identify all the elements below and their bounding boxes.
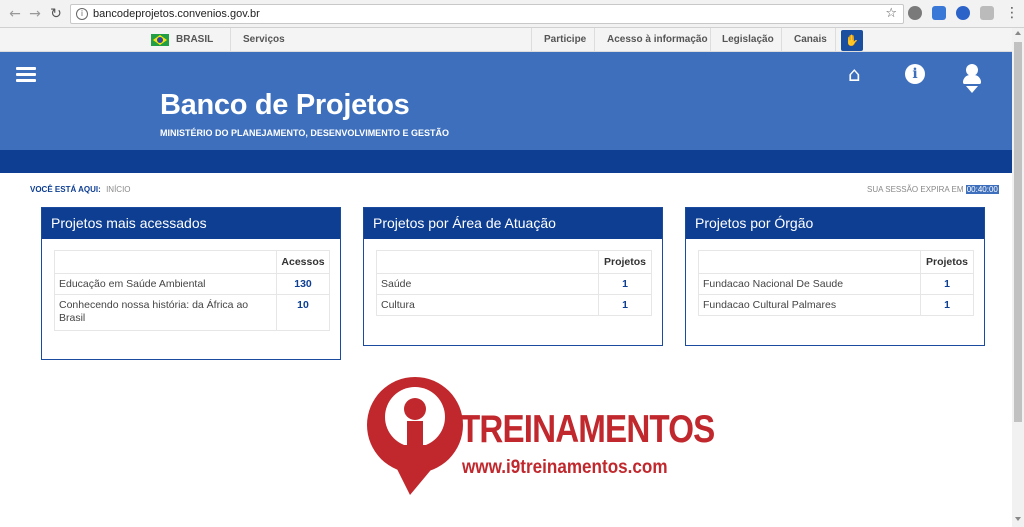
session-timer: 00:40:00 bbox=[965, 185, 999, 194]
site-title[interactable]: Banco de Projetos bbox=[160, 89, 410, 122]
project-count: 1 bbox=[598, 273, 652, 295]
gov-legislacao-link[interactable]: Legislação bbox=[722, 28, 774, 52]
scroll-down-icon[interactable] bbox=[1015, 517, 1021, 521]
page-scrollbar[interactable] bbox=[1012, 28, 1024, 527]
session-expiry: SUA SESSÃO EXPIRA EM 00:40:00 bbox=[867, 185, 999, 194]
header-strip bbox=[0, 150, 1012, 173]
by-organ-table: Projetos Fundacao Nacional De Saude 1 Fu… bbox=[698, 250, 974, 316]
panel-by-area: Projetos por Área de Atuação Projetos Sa… bbox=[363, 207, 663, 346]
url-text: bancodeprojetos.convenios.gov.br bbox=[93, 8, 260, 20]
home-icon[interactable]: ⌂ bbox=[848, 63, 861, 85]
table-row[interactable]: Saúde 1 bbox=[376, 273, 652, 295]
project-count: 1 bbox=[598, 294, 652, 316]
info-icon[interactable]: i bbox=[905, 64, 925, 84]
panel-most-accessed: Projetos mais acessados Acessos Educação… bbox=[41, 207, 341, 360]
project-count: 1 bbox=[920, 273, 974, 295]
table-row[interactable]: Conhecendo nossa história: da África ao … bbox=[54, 294, 330, 331]
extension-icon[interactable] bbox=[932, 6, 946, 20]
address-bar[interactable]: i bancodeprojetos.convenios.gov.br ☆ bbox=[70, 4, 904, 24]
scroll-thumb[interactable] bbox=[1014, 42, 1022, 422]
table-row[interactable]: Cultura 1 bbox=[376, 294, 652, 316]
brazil-flag-icon bbox=[151, 34, 169, 46]
browser-toolbar: ← → ↻ i bancodeprojetos.convenios.gov.br… bbox=[0, 0, 1024, 28]
gov-services-link[interactable]: Serviços bbox=[243, 28, 285, 52]
watermark-url: www.i9treinamentos.com bbox=[462, 457, 668, 478]
accessibility-icon[interactable]: ✋ bbox=[841, 30, 863, 51]
browser-menu-icon[interactable]: ⋮ bbox=[1005, 5, 1019, 21]
gov-acesso-link[interactable]: Acesso à informação bbox=[607, 28, 708, 52]
by-area-table: Projetos Saúde 1 Cultura 1 bbox=[376, 250, 652, 316]
access-count: 130 bbox=[276, 273, 330, 295]
bookmark-star-icon[interactable]: ☆ bbox=[885, 6, 897, 21]
hamburger-menu-icon[interactable] bbox=[16, 67, 36, 82]
table-row[interactable]: Fundacao Cultural Palmares 1 bbox=[698, 294, 974, 316]
table-header-blank bbox=[54, 250, 277, 274]
project-count: 1 bbox=[920, 294, 974, 316]
table-header-projetos: Projetos bbox=[598, 250, 652, 274]
access-count: 10 bbox=[276, 294, 330, 331]
panel-title: Projetos por Área de Atuação bbox=[364, 208, 662, 239]
project-name-link[interactable]: Educação em Saúde Ambiental bbox=[54, 273, 277, 295]
table-row[interactable]: Fundacao Nacional De Saude 1 bbox=[698, 273, 974, 295]
user-menu-icon[interactable] bbox=[962, 64, 982, 94]
back-icon[interactable]: ← bbox=[6, 5, 24, 23]
extension-icon[interactable] bbox=[956, 6, 970, 20]
organ-name-link[interactable]: Fundacao Nacional De Saude bbox=[698, 273, 921, 295]
table-header-projetos: Projetos bbox=[920, 250, 974, 274]
area-name-link[interactable]: Saúde bbox=[376, 273, 599, 295]
organ-name-link[interactable]: Fundacao Cultural Palmares bbox=[698, 294, 921, 316]
extension-icon[interactable] bbox=[980, 6, 994, 20]
gov-participe-link[interactable]: Participe bbox=[544, 28, 586, 52]
breadcrumb-current: INÍCIO bbox=[106, 185, 131, 194]
extension-icon[interactable] bbox=[908, 6, 922, 20]
gov-canais-link[interactable]: Canais bbox=[794, 28, 827, 52]
breadcrumb: VOCÊ ESTÁ AQUI: INÍCIO bbox=[30, 185, 131, 194]
table-header-blank bbox=[376, 250, 599, 274]
chevron-down-icon bbox=[966, 86, 978, 93]
site-info-icon[interactable]: i bbox=[76, 8, 88, 20]
most-accessed-table: Acessos Educação em Saúde Ambiental 130 … bbox=[54, 250, 330, 331]
session-label: SUA SESSÃO EXPIRA EM bbox=[867, 185, 964, 194]
panel-title: Projetos por Órgão bbox=[686, 208, 984, 239]
reload-icon[interactable]: ↻ bbox=[47, 5, 65, 23]
scroll-up-icon[interactable] bbox=[1015, 31, 1021, 35]
table-header-blank bbox=[698, 250, 921, 274]
forward-icon[interactable]: → bbox=[26, 5, 44, 23]
breadcrumb-label: VOCÊ ESTÁ AQUI: bbox=[30, 185, 101, 194]
panel-by-organ: Projetos por Órgão Projetos Fundacao Nac… bbox=[685, 207, 985, 346]
table-row[interactable]: Educação em Saúde Ambiental 130 bbox=[54, 273, 330, 295]
project-name-link[interactable]: Conhecendo nossa história: da África ao … bbox=[54, 294, 277, 331]
area-name-link[interactable]: Cultura bbox=[376, 294, 599, 316]
table-header-acessos: Acessos bbox=[276, 250, 330, 274]
site-subtitle: MINISTÉRIO DO PLANEJAMENTO, DESENVOLVIME… bbox=[160, 128, 450, 138]
gov-bar: BRASIL Serviços Participe Acesso à infor… bbox=[0, 28, 1012, 52]
gov-brasil-link[interactable]: BRASIL bbox=[176, 28, 213, 52]
watermark-brand: TREINAMENTOS bbox=[460, 408, 715, 451]
panel-title: Projetos mais acessados bbox=[42, 208, 340, 239]
